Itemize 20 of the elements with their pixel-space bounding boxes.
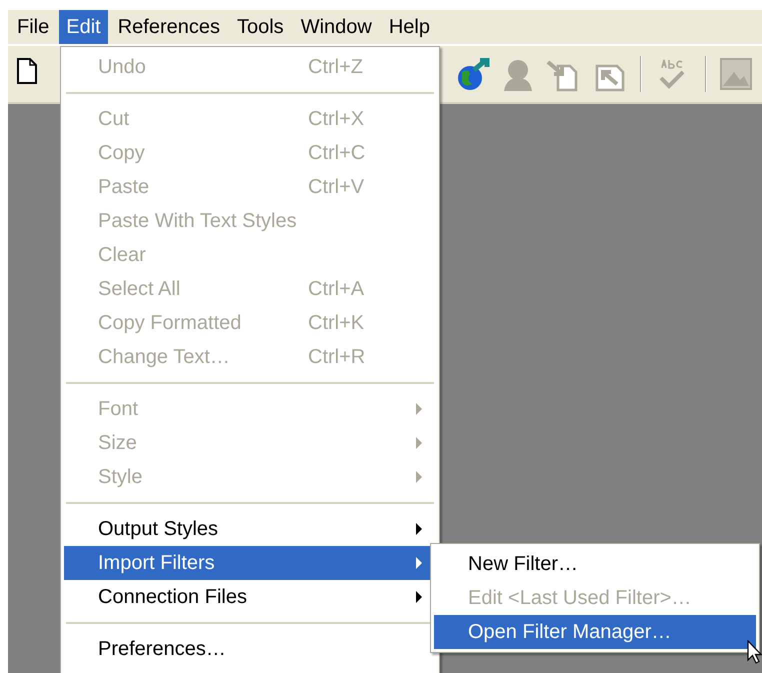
menu-bar-item[interactable]: Edit (59, 10, 108, 44)
menu-item[interactable]: Open Filter Manager… (434, 615, 756, 649)
document-arrow-icon[interactable] (546, 58, 580, 92)
menu-bar-item[interactable]: Window (294, 10, 379, 44)
menu-bar-item[interactable]: References (110, 10, 227, 44)
new-document-icon[interactable] (17, 58, 37, 84)
shortcut-label: Ctrl+A (308, 278, 364, 300)
shortcut-label: Ctrl+Z (308, 56, 363, 78)
image-icon[interactable] (720, 58, 752, 90)
menu-bar-item[interactable]: File (10, 10, 56, 44)
shortcut-label: Ctrl+K (308, 312, 364, 334)
menu-bar-item[interactable]: Help (382, 10, 437, 44)
shortcut-label: Ctrl+R (308, 346, 366, 368)
menu-item[interactable]: New Filter… (434, 547, 756, 581)
menu-item[interactable]: Output Styles (64, 512, 436, 546)
shortcut-label: Ctrl+X (308, 108, 364, 130)
shortcut-label: Ctrl+V (308, 176, 364, 198)
menu-bar-item[interactable]: Tools (230, 10, 291, 44)
globe-arrow-icon[interactable] (456, 58, 492, 92)
shortcut-label: Ctrl+C (308, 142, 366, 164)
